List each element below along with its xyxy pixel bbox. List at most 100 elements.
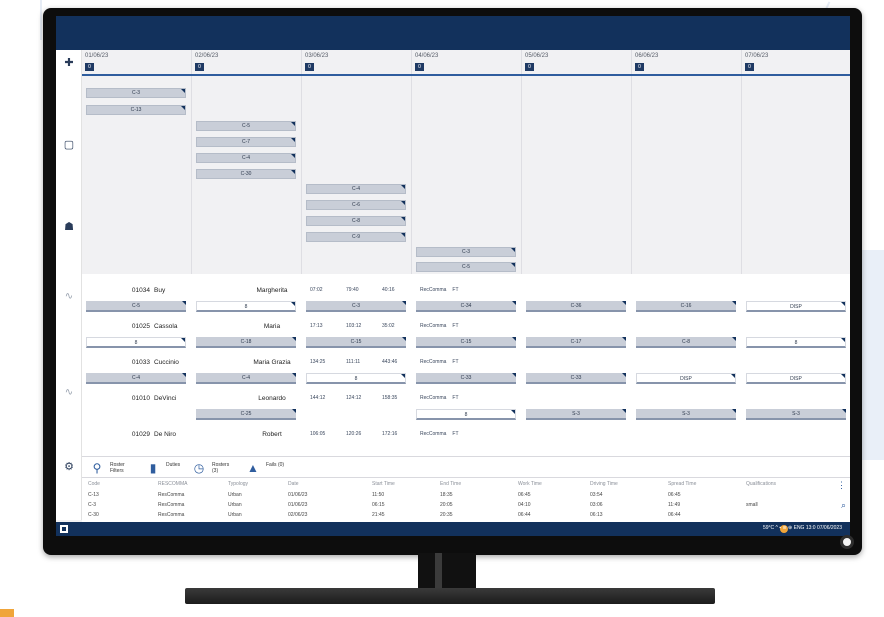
day-header: 04/06/23 0: [412, 50, 522, 80]
roster-cell[interactable]: C-4: [196, 373, 296, 384]
chart-icon[interactable]: ∿: [62, 290, 76, 304]
roster-cell[interactable]: C-16: [636, 301, 736, 312]
duty-chip[interactable]: C-3: [416, 247, 516, 257]
day-badge[interactable]: 0: [305, 63, 314, 71]
crew-row[interactable]: 01033 Cuccinio Maria Grazia 134:25 111:11 443…: [82, 354, 850, 373]
calendar-icon[interactable]: ▢: [62, 138, 76, 152]
day-badge[interactable]: 0: [85, 63, 94, 71]
day-column: 02/06/23 0 C-5 C-7 C-4 C-30: [192, 50, 302, 274]
duty-chip[interactable]: C-9: [306, 232, 406, 242]
duty-chip[interactable]: C-7: [196, 137, 296, 147]
roster-cell[interactable]: C-33: [526, 373, 626, 384]
duty-chip[interactable]: C-5: [196, 121, 296, 131]
crew-surname: Buy: [154, 287, 166, 294]
roster-cell[interactable]: C-36: [526, 301, 626, 312]
roster-cell[interactable]: C-8: [636, 337, 736, 348]
column-header[interactable]: Start Time: [372, 481, 395, 487]
column-header[interactable]: Date: [288, 481, 299, 487]
power-button[interactable]: [840, 535, 854, 549]
day-column: 07/06/23 0: [742, 50, 850, 274]
day-badge[interactable]: 0: [525, 63, 534, 71]
start-icon[interactable]: [60, 525, 68, 533]
tab-3[interactable]: ◷ Rosters (3): [192, 460, 246, 476]
roster-cell[interactable]: C-4: [86, 373, 186, 384]
crew-first-name: Maria Grazia: [253, 359, 291, 366]
roster-cell[interactable]: C-18: [196, 337, 296, 348]
duty-chip[interactable]: C-5: [416, 262, 516, 272]
crew-metric: 79:40: [346, 287, 359, 293]
column-header[interactable]: End Time: [440, 481, 461, 487]
monitor: ✚ ▢ ☗ ∿ ∿ ⚙ 01/06/23 0 C-3 C-13 02/06/23 0 C-5…: [43, 8, 862, 555]
pin-icon[interactable]: ✚: [62, 56, 76, 70]
crew-surname: DeVinci: [154, 395, 177, 402]
duty-chip[interactable]: C-3: [86, 88, 186, 98]
column-header[interactable]: Work Time: [518, 481, 542, 487]
duty-planner: 01/06/23 0 C-3 C-13 02/06/23 0 C-5 C-7 C-4 C-30 03…: [82, 50, 850, 274]
roster-cell[interactable]: C-15: [416, 337, 516, 348]
roster-cell[interactable]: S-3: [636, 409, 736, 420]
duty-chip[interactable]: C-13: [86, 105, 186, 115]
crew-row[interactable]: 01010 DeVinci Leonardo 144:12 124:12 158:35 Re…: [82, 390, 850, 409]
crew-tag: RecComma FT: [420, 395, 459, 401]
column-header[interactable]: Spread Time: [668, 481, 696, 487]
crew-surname: De Niro: [154, 431, 177, 438]
column-header[interactable]: RESCOMMA: [158, 481, 187, 487]
table-cell: C-13: [88, 492, 99, 498]
day-badge[interactable]: 0: [635, 63, 644, 71]
tab-sublabel: Filters: [110, 468, 124, 474]
users-icon[interactable]: ☗: [62, 220, 76, 234]
crew-surname: Cassola: [154, 323, 178, 330]
roster-cell[interactable]: C-25: [196, 409, 296, 420]
tray-icons: 59°C ^ ▪ ≋ ⊕ ENG: [763, 525, 805, 531]
roster-cell[interactable]: C-33: [416, 373, 516, 384]
chart-icon[interactable]: ∿: [62, 386, 76, 400]
duty-chip[interactable]: C-6: [306, 200, 406, 210]
table-cell: 04:10: [518, 502, 531, 508]
roster-cell[interactable]: S-3: [526, 409, 626, 420]
crew-row[interactable]: 01034 Buy Margherita 07:02 79:40 40:16 RecComm…: [82, 282, 850, 301]
day-date: 06/06/23: [635, 53, 659, 59]
roster-cell[interactable]: 8: [86, 337, 186, 348]
roster-cell[interactable]: DISP: [636, 373, 736, 384]
column-header[interactable]: Qualifications: [746, 481, 776, 487]
crew-row[interactable]: 01025 Cassola Maria 17:13 103:12 35:02 RecComm…: [82, 318, 850, 337]
duty-chip[interactable]: C-30: [196, 169, 296, 179]
search-icon[interactable]: ⌕: [841, 500, 846, 511]
column-header[interactable]: Code: [88, 481, 100, 487]
roster-cell[interactable]: 8: [196, 301, 296, 312]
roster-cell[interactable]: 8: [746, 337, 846, 348]
crew-row[interactable]: 01029 De Niro Robert 106:05 120:26 172:16 RecC…: [82, 426, 850, 445]
roster-cell[interactable]: S-3: [746, 409, 846, 420]
day-badge[interactable]: 0: [745, 63, 754, 71]
duty-chip[interactable]: C-4: [306, 184, 406, 194]
duty-chip[interactable]: C-4: [196, 153, 296, 163]
roster-cell[interactable]: C-34: [416, 301, 516, 312]
warning-icon: ▲: [247, 461, 259, 475]
day-badge[interactable]: 0: [415, 63, 424, 71]
more-icon[interactable]: ⋮: [837, 480, 846, 491]
duty-chip[interactable]: C-8: [306, 216, 406, 226]
column-header[interactable]: Typology: [228, 481, 248, 487]
crew-id: 01010: [131, 395, 150, 402]
roster-cell[interactable]: C-5: [86, 301, 186, 312]
table-cell: Urban: [228, 512, 242, 518]
roster-cell[interactable]: DISP: [746, 373, 846, 384]
day-date: 04/06/23: [415, 53, 439, 59]
column-header[interactable]: Driving Time: [590, 481, 618, 487]
table-cell: 06:45: [518, 492, 531, 498]
crew-metric: 443:46: [382, 359, 398, 365]
roster-cell[interactable]: 8: [306, 373, 406, 384]
crew-tag: RecComma FT: [420, 323, 459, 329]
table-cell: Urban: [228, 492, 242, 498]
gear-icon[interactable]: ⚙: [62, 460, 76, 474]
roster-cell[interactable]: 8: [416, 409, 516, 420]
tab-4[interactable]: ▲ Fails (0): [246, 460, 300, 476]
roster-cell[interactable]: DISP: [746, 301, 846, 312]
day-date: 02/06/23: [195, 53, 219, 59]
day-badge[interactable]: 0: [195, 63, 204, 71]
day-date: 01/06/23: [85, 53, 109, 59]
tab-1[interactable]: ⚲ Roster Filters: [90, 460, 144, 476]
roster-cell[interactable]: C-17: [526, 337, 626, 348]
roster-cell[interactable]: C-3: [306, 301, 406, 312]
roster-cell[interactable]: C-15: [306, 337, 406, 348]
